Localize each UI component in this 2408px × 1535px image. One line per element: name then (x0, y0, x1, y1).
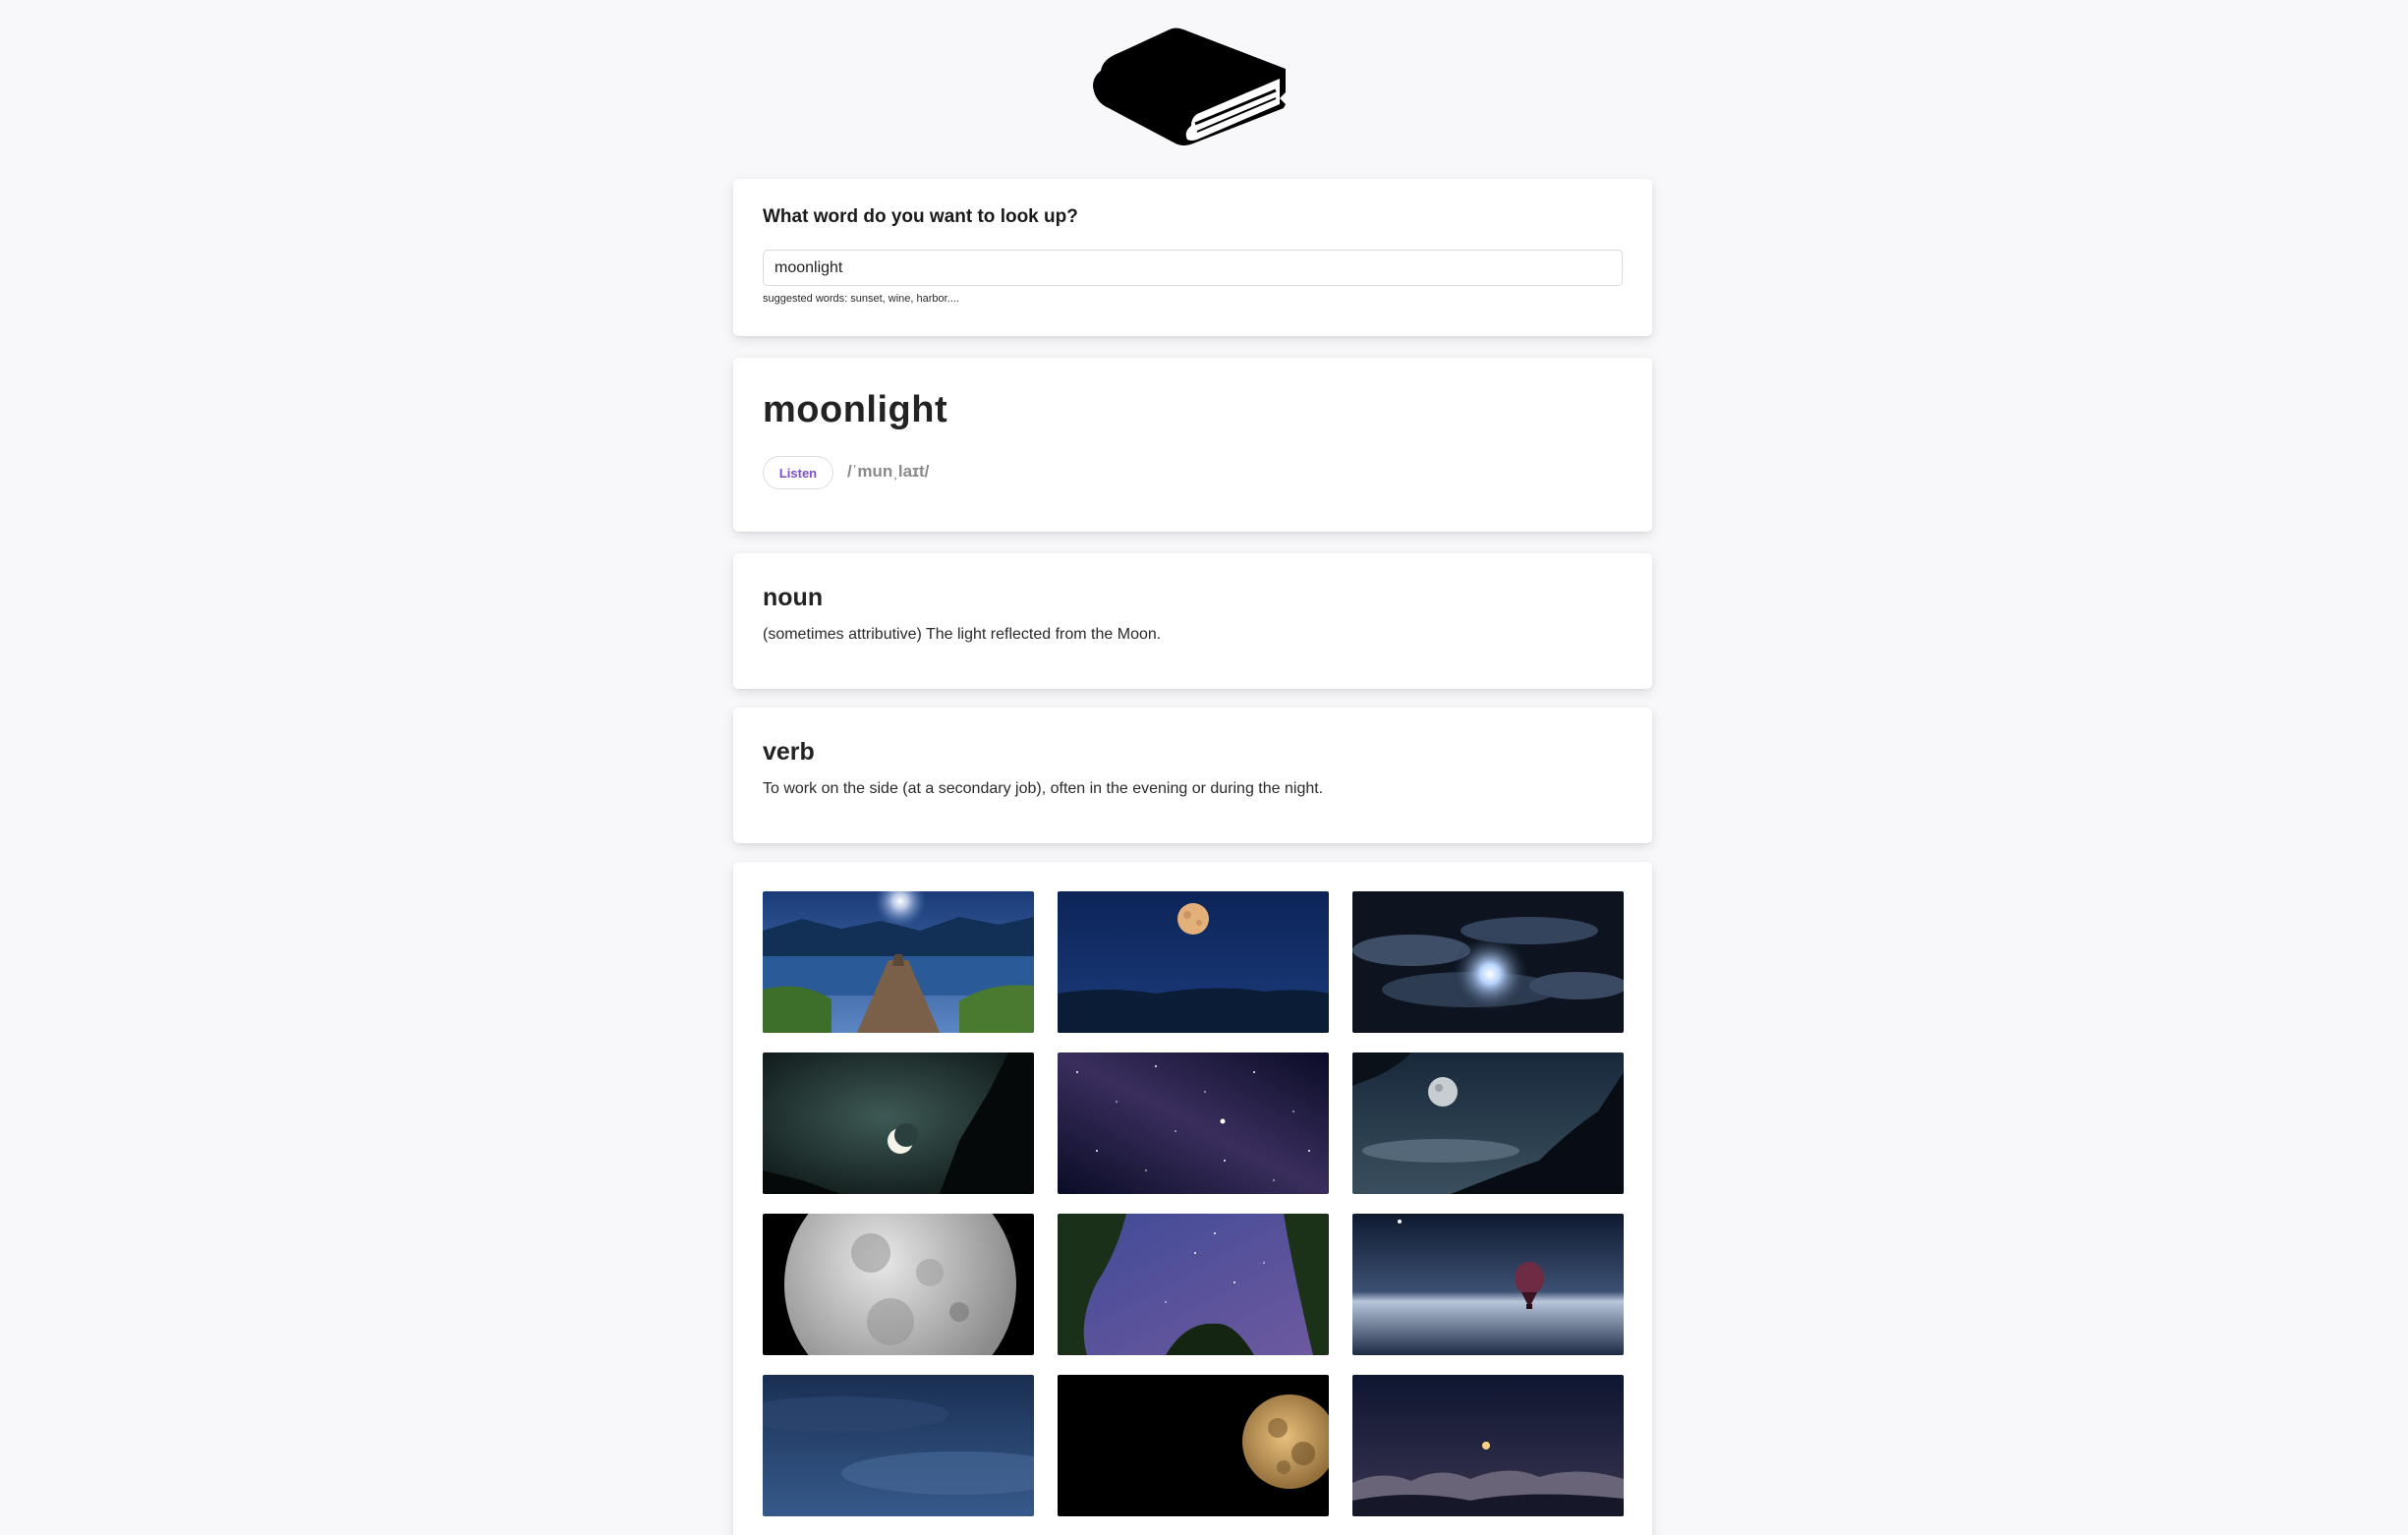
definition: (sometimes attributive) The light reflec… (763, 626, 1162, 643)
moon-behind-clouds-photo[interactable] (1352, 891, 1624, 1033)
word-title: moonlight (763, 389, 948, 430)
suggested-words-hint: suggested words: sunset, wine, harbor...… (763, 293, 959, 305)
full-moon-closeup-photo[interactable] (763, 1214, 1034, 1355)
image-gallery (763, 891, 1624, 1516)
moon-over-palm-trees-photo[interactable] (1352, 1052, 1624, 1194)
hot-air-balloon-night-photo[interactable] (1352, 1214, 1624, 1355)
crescent-moon-cliff-photo[interactable] (763, 1052, 1034, 1194)
image-gallery-card (733, 862, 1652, 1535)
dark-blue-clouds-photo[interactable] (763, 1375, 1034, 1516)
starry-sky-through-trees-photo[interactable] (1058, 1214, 1329, 1355)
listen-button[interactable]: Listen (763, 456, 833, 489)
moon-over-clouds-photo[interactable] (1352, 1375, 1624, 1516)
part-of-speech: noun (763, 584, 824, 611)
search-card: What word do you want to look up? sugges… (733, 179, 1652, 336)
lake-pier-moonrise-photo[interactable] (763, 891, 1034, 1033)
golden-full-moon-photo[interactable] (1058, 1375, 1329, 1516)
meaning-card-verb: verb To work on the side (at a secondary… (733, 708, 1652, 843)
definition: To work on the side (at a secondary job)… (763, 780, 1324, 797)
phonetic-text: /ˈmunˌlaɪt/ (847, 462, 930, 481)
meaning-card-noun: noun (sometimes attributive) The light r… (733, 553, 1652, 689)
part-of-speech: verb (763, 738, 815, 766)
word-card: moonlight Listen /ˈmunˌlaɪt/ (733, 358, 1652, 532)
milky-way-stars-photo[interactable] (1058, 1052, 1329, 1194)
full-moon-night-sky-photo[interactable] (1058, 891, 1329, 1033)
search-input[interactable] (763, 250, 1623, 286)
page: What word do you want to look up? sugges… (0, 0, 2408, 1535)
book-icon (1093, 28, 1286, 145)
search-question: What word do you want to look up? (763, 206, 1078, 227)
